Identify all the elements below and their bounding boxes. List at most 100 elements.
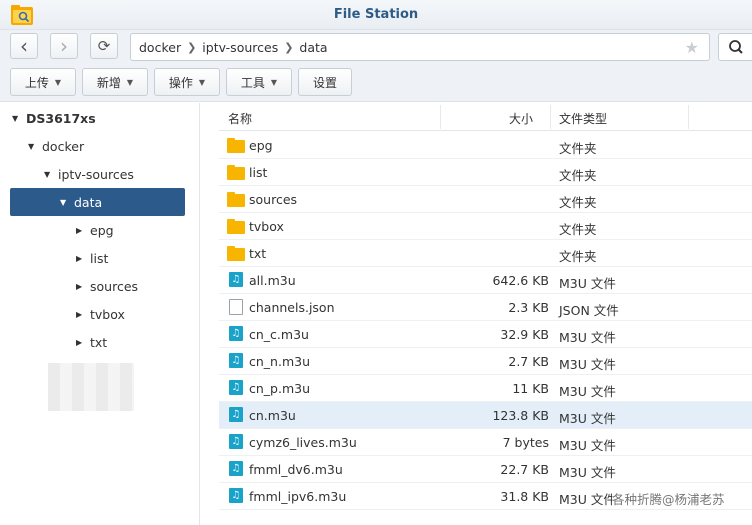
collapsed-arrow-icon[interactable]: ▶ — [76, 254, 90, 263]
file-row[interactable]: list 文件夹 — [219, 159, 752, 186]
file-row[interactable]: sources 文件夹 — [219, 186, 752, 213]
collapsed-arrow-icon[interactable]: ▶ — [76, 282, 90, 291]
upload-button[interactable]: 上传 ▼ — [10, 68, 76, 96]
collapsed-arrow-icon[interactable]: ▶ — [76, 338, 90, 347]
star-icon[interactable]: ★ — [685, 38, 699, 57]
back-button[interactable]: ‹ — [10, 33, 38, 59]
file-type: JSON 文件 — [559, 303, 619, 318]
tree-label: txt — [90, 334, 108, 350]
file-row[interactable]: ♫ fmml_dv6.m3u 22.7 KB M3U 文件 — [219, 456, 752, 483]
search-button[interactable] — [718, 33, 752, 61]
file-row[interactable]: txt 文件夹 — [219, 240, 752, 267]
tree-item-epg[interactable]: ▶ epg — [76, 216, 186, 244]
column-divider[interactable] — [440, 105, 441, 129]
tree-item-docker[interactable]: ▼ docker — [28, 132, 188, 160]
settings-button[interactable]: 设置 — [298, 68, 352, 96]
caret-down-icon: ▼ — [126, 77, 134, 87]
caret-down-icon: ▼ — [54, 77, 62, 87]
column-header-size[interactable]: 大小 — [509, 110, 533, 127]
column-header-type[interactable]: 文件类型 — [559, 110, 607, 127]
collapsed-arrow-icon[interactable]: ▶ — [76, 310, 90, 319]
breadcrumb-iptv-sources[interactable]: iptv-sources — [202, 40, 278, 55]
expanded-arrow-icon[interactable]: ▼ — [44, 170, 58, 179]
collapsed-arrow-icon[interactable]: ▶ — [76, 226, 90, 235]
music-file-icon: ♫ — [229, 353, 243, 368]
column-divider[interactable] — [688, 105, 689, 129]
create-label: 新增 — [96, 75, 121, 90]
file-name: cn_c.m3u — [249, 327, 309, 342]
column-header-name[interactable]: 名称 — [228, 110, 252, 127]
title-bar: File Station — [0, 0, 752, 30]
music-file-icon: ♫ — [229, 407, 243, 422]
file-name: list — [249, 165, 268, 180]
file-row[interactable]: ♫ cn_n.m3u 2.7 KB M3U 文件 — [219, 348, 752, 375]
chevron-left-icon: ‹ — [20, 34, 28, 58]
file-name: fmml_ipv6.m3u — [249, 489, 347, 504]
file-row[interactable]: ♫ cn_c.m3u 32.9 KB M3U 文件 — [219, 321, 752, 348]
file-type: 文件夹 — [559, 249, 597, 264]
file-name: tvbox — [249, 219, 284, 234]
file-name: sources — [249, 192, 298, 207]
tree-label: tvbox — [90, 306, 125, 322]
tree-item-list[interactable]: ▶ list — [76, 244, 186, 272]
action-button[interactable]: 操作 ▼ — [154, 68, 220, 96]
chevron-right-icon: › — [60, 34, 68, 58]
file-row[interactable]: epg 文件夹 — [219, 132, 752, 159]
folder-icon — [227, 219, 245, 234]
file-name: cn.m3u — [249, 408, 296, 423]
file-size: 7 bytes — [502, 435, 549, 450]
music-file-icon: ♫ — [229, 461, 243, 476]
upload-label: 上传 — [24, 75, 49, 90]
expanded-arrow-icon[interactable]: ▼ — [60, 198, 74, 207]
file-row[interactable]: ♫ all.m3u 642.6 KB M3U 文件 — [219, 267, 752, 294]
file-size: 11 KB — [512, 381, 549, 396]
expanded-arrow-icon[interactable]: ▼ — [28, 142, 42, 151]
file-type: M3U 文件 — [559, 492, 616, 507]
file-row[interactable]: ♫ cn_p.m3u 11 KB M3U 文件 — [219, 375, 752, 402]
window-title: File Station — [333, 7, 419, 22]
file-type: M3U 文件 — [559, 384, 616, 399]
file-name: epg — [249, 138, 273, 153]
tree-item-ds3617xs[interactable]: ▼ DS3617xs — [12, 104, 192, 132]
file-row[interactable]: ♫ cymz6_lives.m3u 7 bytes M3U 文件 — [219, 429, 752, 456]
breadcrumb-data[interactable]: data — [299, 40, 327, 55]
file-type: 文件夹 — [559, 195, 597, 210]
file-row[interactable]: channels.json 2.3 KB JSON 文件 — [219, 294, 752, 321]
watermark: 各种折腾@杨浦老苏 — [612, 489, 725, 508]
file-row[interactable]: ♫ cn.m3u 123.8 KB M3U 文件 — [219, 402, 752, 429]
settings-label: 设置 — [312, 75, 337, 90]
file-name: all.m3u — [249, 273, 296, 288]
navigation-bar: ‹ › ⟳ docker ❯ iptv-sources ❯ data ★ — [0, 30, 752, 64]
tree-item-sources[interactable]: ▶ sources — [76, 272, 186, 300]
tree-label: list — [90, 250, 109, 266]
music-file-icon: ♫ — [229, 326, 243, 341]
tree-item-data[interactable]: ▼ data — [10, 188, 185, 216]
file-row[interactable]: tvbox 文件夹 — [219, 213, 752, 240]
tree-item-iptv-sources[interactable]: ▼ iptv-sources — [44, 160, 194, 188]
file-list-header: 名称 大小 文件类型 — [219, 103, 752, 131]
tree-item-txt[interactable]: ▶ txt — [76, 328, 186, 356]
breadcrumb-docker[interactable]: docker — [139, 40, 181, 55]
file-name: cn_n.m3u — [249, 354, 310, 369]
breadcrumb-separator-icon: ❯ — [284, 40, 294, 54]
tools-button[interactable]: 工具 ▼ — [226, 68, 292, 96]
create-button[interactable]: 新增 ▼ — [82, 68, 148, 96]
expanded-arrow-icon[interactable]: ▼ — [12, 114, 26, 123]
music-file-icon: ♫ — [229, 434, 243, 449]
caret-down-icon: ▼ — [270, 77, 278, 87]
file-type: 文件夹 — [559, 222, 597, 237]
refresh-button[interactable]: ⟳ — [90, 33, 118, 59]
tree-label: docker — [42, 138, 85, 154]
file-type: M3U 文件 — [559, 357, 616, 372]
tools-label: 工具 — [240, 75, 265, 90]
refresh-icon: ⟳ — [97, 37, 111, 55]
file-type: 文件夹 — [559, 141, 597, 156]
toolbar: 上传 ▼ 新增 ▼ 操作 ▼ 工具 ▼ 设置 — [0, 64, 752, 102]
forward-button[interactable]: › — [50, 33, 78, 59]
document-icon — [229, 299, 243, 315]
path-bar[interactable]: docker ❯ iptv-sources ❯ data ★ — [130, 33, 710, 61]
tree-item-tvbox[interactable]: ▶ tvbox — [76, 300, 186, 328]
file-type: 文件夹 — [559, 168, 597, 183]
column-divider[interactable] — [550, 105, 551, 129]
folder-icon — [227, 246, 245, 261]
